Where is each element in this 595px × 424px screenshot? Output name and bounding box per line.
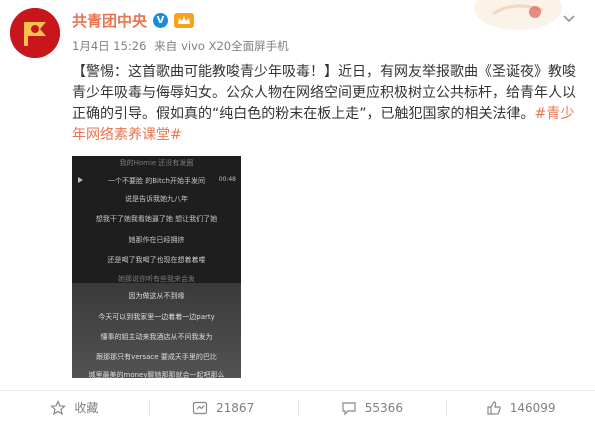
comment-count: 55366 bbox=[364, 400, 403, 415]
lyric-line: 懂事的姐主动来我酒店从不问我发为 bbox=[100, 333, 213, 341]
lyric-line: 她那作在已经拥挤 bbox=[128, 236, 185, 244]
comment-icon bbox=[342, 401, 356, 415]
lyric-line: 跟那那只有versace 要成天手里的巴比 bbox=[96, 353, 217, 361]
post-image[interactable]: 00:48 我的Homie 还没有发圈 一个不要脸 的Bitch开始手发间 说是告诉… bbox=[72, 156, 241, 378]
verified-icon: V bbox=[153, 13, 169, 28]
favorite-button[interactable]: 收藏 bbox=[0, 391, 149, 424]
repost-icon bbox=[192, 401, 208, 414]
lyric-line: 今天可以到我家里一边着着一边party bbox=[98, 313, 215, 321]
favorite-label: 收藏 bbox=[74, 401, 99, 415]
star-icon bbox=[50, 399, 67, 415]
thumbs-up-icon bbox=[487, 400, 501, 415]
author-name[interactable]: 共青团中央 bbox=[72, 10, 147, 31]
flag-emblem-icon bbox=[10, 8, 60, 58]
chevron-down-icon[interactable] bbox=[561, 10, 577, 26]
weibo-post-card: 共青团中央 V 1月4日 15:26 来自 vivo X20全面屏手机 【警惕：这… bbox=[0, 0, 595, 424]
post-headline: 【警惕：这首歌曲可能教唆青少年吸毒！】 bbox=[72, 64, 338, 80]
post-date[interactable]: 1月4日 15:26 bbox=[72, 39, 146, 53]
lyric-line: 城里最美的money聊她那那就会一起吧那么 bbox=[88, 371, 225, 378]
post-meta: 1月4日 15:26 来自 vivo X20全面屏手机 bbox=[72, 38, 293, 54]
author-avatar[interactable] bbox=[10, 8, 60, 58]
source-prefix: 来自 bbox=[154, 39, 178, 53]
action-bar: 收藏 21867 55366 146099 bbox=[0, 390, 595, 424]
post-device: vivo X20全面屏手机 bbox=[181, 39, 289, 53]
lyric-line: 说是告诉我她九八年 bbox=[125, 195, 188, 203]
comment-button[interactable]: 55366 bbox=[297, 391, 447, 424]
lyric-line: 想我干了她我看她逼了她 想让我们了她 bbox=[95, 215, 218, 223]
lyric-line: 一个不要脸 的Bitch开始手发间 bbox=[107, 177, 205, 185]
lyric-line: 我的Homie 还没有发圈 bbox=[119, 159, 194, 167]
post-text: 【警惕：这首歌曲可能教唆青少年吸毒！】近日，有网友举报歌曲《圣诞夜》教唆青少年吸… bbox=[72, 62, 584, 146]
member-crown-icon bbox=[174, 13, 195, 28]
repost-count: 21867 bbox=[216, 400, 255, 415]
decoration-icon bbox=[474, 0, 562, 30]
lyric-line: 因为做这从不到缘 bbox=[128, 292, 185, 300]
like-button[interactable]: 146099 bbox=[446, 391, 595, 424]
author-row: 共青团中央 V bbox=[72, 10, 195, 31]
repost-button[interactable]: 21867 bbox=[148, 391, 298, 424]
lyric-line: 还是喝了我喝了也现在想着着喽 bbox=[107, 256, 206, 264]
like-count: 146099 bbox=[509, 400, 556, 415]
lyric-line: 她那说你听有些我来会发 bbox=[118, 275, 195, 283]
